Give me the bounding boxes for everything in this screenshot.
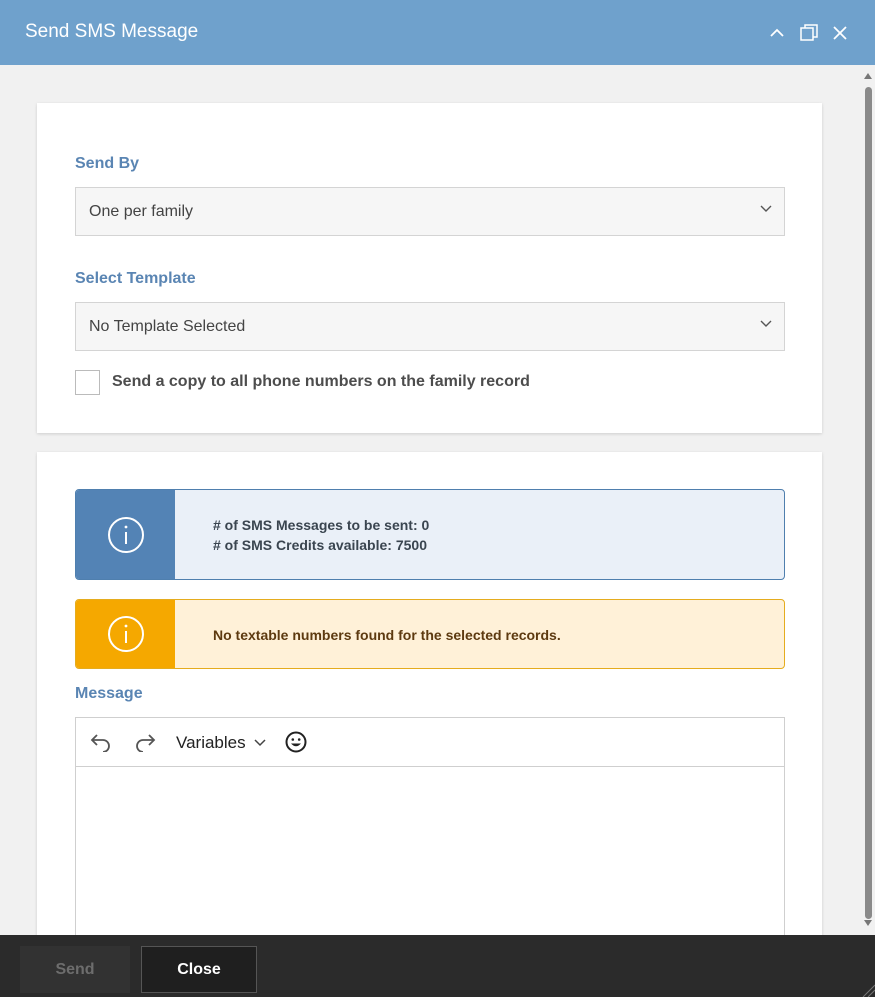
info-alert: # of SMS Messages to be sent: 0 # of SMS… [75,489,785,580]
send-button[interactable]: Send [20,946,130,993]
undo-icon [90,734,110,753]
chevron-up-icon [770,28,784,37]
warning-alert-text: No textable numbers found for the select… [213,627,561,643]
template-label: Select Template [75,270,196,287]
send-by-select[interactable]: One per family [75,187,785,236]
scrollbar-thumb[interactable] [865,87,872,919]
message-label: Message [75,685,143,702]
info-alert-iconbox [76,490,175,579]
dialog-footer: Send Close [0,935,875,997]
variables-dropdown[interactable]: Variables [176,733,266,753]
redo-icon [136,734,156,753]
undo-button[interactable] [90,732,112,757]
info-icon [107,516,144,553]
emoji-icon [285,731,307,753]
copy-all-label[interactable]: Send a copy to all phone numbers on the … [112,373,530,391]
scroll-up-arrow[interactable] [864,73,872,79]
warning-alert-iconbox [76,600,175,668]
close-dialog-button[interactable] [829,22,851,44]
copy-all-checkbox[interactable] [75,370,100,395]
send-by-label: Send By [75,155,140,172]
dialog-titlebar: Send SMS Message [0,0,875,65]
template-value: No Template Selected [89,318,246,335]
message-editor: Variables [75,717,785,935]
chevron-down-icon [254,739,266,747]
message-textarea[interactable] [76,768,784,935]
send-by-value: One per family [89,203,194,220]
dialog-content: Send By One per family Select Template N… [0,65,862,935]
scroll-down-arrow[interactable] [864,920,872,926]
redo-button[interactable] [134,732,156,757]
chevron-down-icon [760,320,772,327]
variables-label: Variables [176,733,246,752]
editor-toolbar: Variables [76,718,784,767]
close-button[interactable]: Close [141,946,257,993]
sms-credits-available: # of SMS Credits available: 7500 [213,537,427,553]
template-select[interactable]: No Template Selected [75,302,785,351]
warning-alert: No textable numbers found for the select… [75,599,785,669]
message-card: # of SMS Messages to be sent: 0 # of SMS… [37,452,822,935]
resize-grip-icon[interactable] [861,983,875,997]
warning-info-icon [107,616,144,652]
sms-to-send-count: # of SMS Messages to be sent: 0 [213,517,430,533]
emoji-button[interactable] [285,731,307,758]
vertical-scrollbar[interactable] [862,65,875,935]
maximize-button[interactable] [798,22,820,44]
close-icon [833,26,847,40]
send-options-card: Send By One per family Select Template N… [37,103,822,433]
restore-icon [800,24,818,41]
dialog-title: Send SMS Message [25,21,199,42]
collapse-button[interactable] [766,22,788,44]
info-alert-text: # of SMS Messages to be sent: 0 # of SMS… [213,515,429,555]
chevron-down-icon [760,205,772,212]
